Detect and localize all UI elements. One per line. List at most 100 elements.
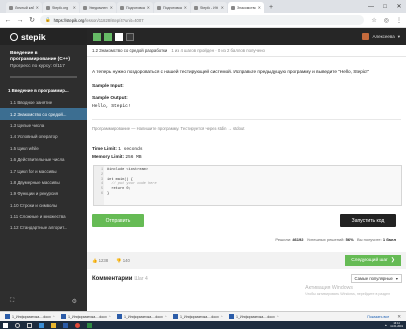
tab-close-icon[interactable]: ✕ bbox=[184, 5, 187, 10]
download-item[interactable]: 1_Информатика....docx ^ bbox=[173, 314, 225, 319]
sidebar-lesson-item[interactable]: 1.12 Стандартные алгорит... bbox=[0, 222, 87, 233]
sidebar-lesson-item[interactable]: 1.11 Сложные и множества bbox=[0, 211, 87, 222]
chevron-up-icon[interactable]: ^ bbox=[221, 315, 223, 319]
download-item[interactable]: 1_Информатика....docx ^ bbox=[5, 314, 57, 319]
app-icon[interactable] bbox=[87, 322, 92, 328]
sample-input-label: Sample Input: bbox=[92, 84, 124, 89]
reload-icon[interactable]: ↻ bbox=[28, 16, 36, 24]
step-indicator[interactable] bbox=[93, 32, 101, 41]
tab-close-icon[interactable]: ✕ bbox=[110, 5, 113, 10]
task-type-hint: Программирование — Напишите программу. Т… bbox=[92, 126, 248, 131]
tab-close-icon[interactable]: ✕ bbox=[36, 5, 39, 10]
maximize-button[interactable]: □ bbox=[378, 4, 392, 10]
step-indicator[interactable] bbox=[126, 32, 134, 41]
file-explorer-icon[interactable] bbox=[51, 322, 56, 328]
sidebar-lesson-item[interactable]: 1.3 Целые числа bbox=[0, 120, 87, 131]
fullscreen-icon[interactable]: ⛶ bbox=[10, 298, 14, 305]
browser-tab[interactable]: Подготовка ✕ bbox=[117, 2, 153, 13]
comments-header: Комментарии Шаг 4 Самые популярные ▾ bbox=[87, 274, 406, 283]
module-title: 1 Введение в программир... bbox=[8, 88, 69, 93]
new-tab-button[interactable]: + bbox=[265, 2, 277, 13]
user-menu[interactable]: Алексеева ▾ bbox=[362, 33, 400, 40]
extension-icon[interactable]: ◎ bbox=[384, 17, 389, 24]
step-indicator[interactable] bbox=[104, 32, 112, 41]
sidebar-lesson-item[interactable]: 1.9 Функции и рекурсия bbox=[0, 188, 87, 199]
forward-icon[interactable]: → bbox=[16, 17, 24, 24]
reactions: 👍 1238 👎 140 bbox=[92, 258, 130, 264]
code-text[interactable]: #include <iostream> int main() { // put y… bbox=[107, 168, 157, 197]
browser-tab[interactable]: Stepik.org ✕ bbox=[43, 2, 79, 13]
course-title[interactable]: Введение в программирование (C++) bbox=[10, 51, 77, 63]
sidebar-lesson-item[interactable]: 1.7 Цикл for и массивы bbox=[0, 165, 87, 176]
lesson-topbar: Алексеева ▾ bbox=[87, 28, 406, 45]
browser-tab-strip: Личный кабин✕ Stepik.org✕ Уведомлен✕ Под… bbox=[0, 0, 406, 13]
download-item[interactable]: 1_Информатика....docx ^ bbox=[229, 314, 281, 319]
submit-button[interactable]: Отправить bbox=[92, 214, 144, 227]
step-indicator[interactable] bbox=[115, 32, 123, 41]
menu-icon[interactable]: ⋮ bbox=[396, 17, 402, 24]
next-step-button[interactable]: Следующий шаг ❯ bbox=[345, 255, 401, 266]
download-item[interactable]: 1_Информатика....docx ^ bbox=[117, 314, 169, 319]
chevron-down-icon: ▾ bbox=[395, 276, 398, 281]
browser-tab[interactable]: Уведомлен ✕ bbox=[80, 2, 116, 13]
sidebar-lesson-item[interactable]: 1.1 Вводное занятие bbox=[0, 97, 87, 108]
sidebar-lesson-item[interactable]: 1.6 Действительные числа bbox=[0, 154, 87, 165]
tab-close-icon[interactable]: ✕ bbox=[221, 5, 224, 10]
time-limit-label: Time Limit: bbox=[92, 146, 117, 151]
lesson-list: 1.1 Вводное занятие 1.2 Знакомство со сре… bbox=[0, 97, 87, 234]
chevron-up-icon[interactable]: ^ bbox=[277, 315, 279, 319]
module-header[interactable]: 1 Введение в программир... bbox=[0, 84, 87, 97]
sidebar-lesson-item[interactable]: 1.10 Строки и символы bbox=[0, 200, 87, 211]
favicon-icon bbox=[120, 5, 124, 10]
settings-gear-icon[interactable]: ⚙ bbox=[72, 298, 77, 305]
comments-sort-select[interactable]: Самые популярные ▾ bbox=[350, 274, 402, 283]
close-download-bar-icon[interactable]: ✕ bbox=[397, 314, 401, 320]
word-file-icon bbox=[5, 314, 10, 319]
logo-text: stepik bbox=[21, 31, 46, 42]
limits: Time Limit: 1 seconds Memory Limit: 256 … bbox=[92, 146, 401, 161]
close-window-button[interactable]: ✕ bbox=[392, 3, 406, 10]
sidebar-lesson-item[interactable]: 1.2 Знакомство со средой... bbox=[0, 108, 87, 120]
favicon-icon bbox=[157, 5, 161, 10]
show-all-downloads[interactable]: Показать все bbox=[367, 315, 389, 319]
back-icon[interactable]: ← bbox=[4, 17, 12, 24]
browser-tab-active[interactable]: Знакомство со✕ bbox=[228, 2, 264, 13]
download-filename: 1_Информатика....docx bbox=[236, 314, 275, 319]
dislike-button[interactable]: 👎 140 bbox=[116, 258, 130, 264]
edge-browser-icon[interactable] bbox=[39, 322, 44, 328]
tab-close-icon[interactable]: ✕ bbox=[73, 5, 76, 10]
network-icon[interactable]: ▲ bbox=[385, 324, 388, 327]
search-icon[interactable] bbox=[15, 322, 20, 328]
sidebar-lesson-item[interactable]: 1.5 Цикл while bbox=[0, 143, 87, 154]
url-input[interactable]: 🔒 https://stepik.org/lesson/11828/step/4… bbox=[40, 15, 365, 25]
browser-tab[interactable]: Stepik - Иtt ✕ bbox=[191, 2, 227, 13]
windows-start-icon[interactable] bbox=[3, 322, 8, 328]
clock[interactable]: 16:14 11.01.2019 bbox=[390, 322, 403, 328]
minimize-button[interactable]: — bbox=[364, 4, 378, 10]
sidebar-lesson-item[interactable]: 1.8 Двумерные массивы bbox=[0, 177, 87, 188]
run-code-button[interactable]: Запустить код bbox=[340, 214, 396, 227]
dislikes-count: 140 bbox=[122, 257, 130, 263]
tab-close-icon[interactable]: ✕ bbox=[147, 5, 150, 10]
tab-close-icon[interactable]: ✕ bbox=[258, 5, 261, 10]
word-icon[interactable] bbox=[63, 322, 68, 328]
line-numbers: 123456 bbox=[94, 166, 104, 205]
browser-tab[interactable]: Подготовка ✕ bbox=[154, 2, 190, 13]
chrome-icon[interactable] bbox=[75, 322, 80, 328]
browser-tab[interactable]: Личный кабин✕ bbox=[6, 2, 42, 13]
course-sidebar: stepik Введение в программирование (C++)… bbox=[0, 28, 87, 311]
star-icon[interactable]: ☆ bbox=[371, 17, 376, 24]
chevron-up-icon[interactable]: ^ bbox=[53, 315, 55, 319]
task-view-icon[interactable] bbox=[27, 322, 32, 328]
like-button[interactable]: 👍 1238 bbox=[92, 258, 108, 264]
stepik-logo[interactable]: stepik bbox=[0, 28, 87, 45]
chevron-up-icon[interactable]: ^ bbox=[165, 315, 167, 319]
task-body: А теперь нужно поздороваться с нашей тес… bbox=[87, 69, 406, 242]
favicon-icon bbox=[231, 5, 235, 10]
download-item[interactable]: 1_Информатика....docx ^ bbox=[61, 314, 113, 319]
lesson-subheader: 1.2 Знакомство со средой разработки 1 из… bbox=[87, 45, 406, 57]
chevron-up-icon[interactable]: ^ bbox=[109, 315, 111, 319]
chevron-down-icon: ▾ bbox=[397, 33, 400, 39]
code-editor[interactable]: 123456 #include <iostream> int main() { /… bbox=[93, 165, 402, 206]
sidebar-lesson-item[interactable]: 1.4 Условный оператор bbox=[0, 131, 87, 142]
